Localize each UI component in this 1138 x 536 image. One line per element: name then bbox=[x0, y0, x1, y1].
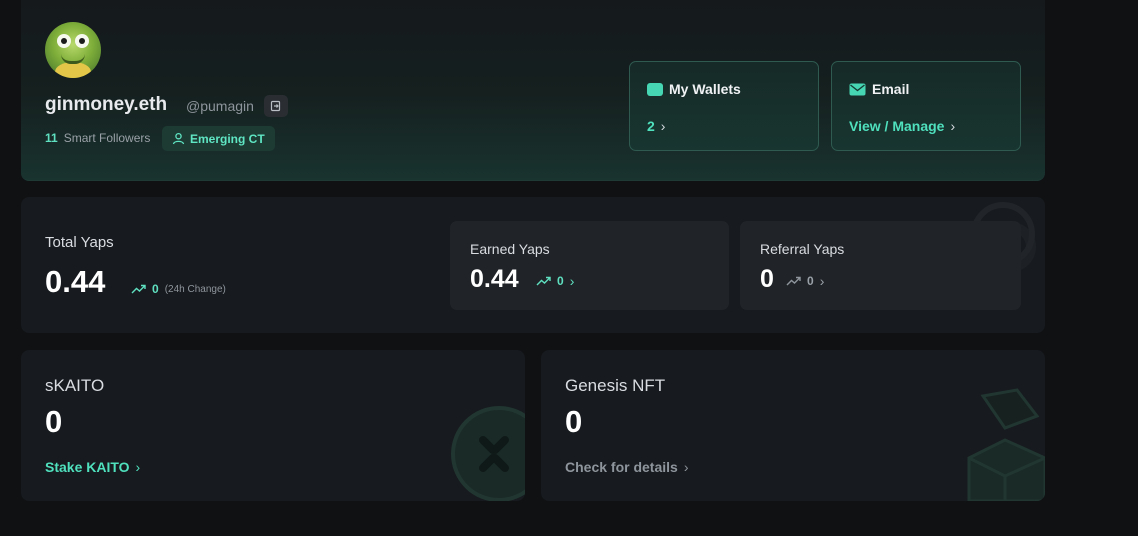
status-badge[interactable]: Emerging CT bbox=[162, 126, 275, 151]
total-yaps-change-value: 0 bbox=[152, 282, 159, 296]
chevron-right-icon: › bbox=[819, 273, 825, 289]
profile-card: ginmoney.eth @pumagin 11 Smart Followers … bbox=[21, 0, 1045, 181]
total-yaps-value: 0.44 bbox=[45, 264, 106, 299]
referral-yaps-value: 0 bbox=[760, 265, 774, 293]
check-details-link[interactable]: Check for details › bbox=[565, 459, 689, 475]
logout-button[interactable] bbox=[264, 95, 288, 117]
chevron-right-icon: › bbox=[950, 118, 956, 134]
earned-yaps-change[interactable]: 0 › bbox=[536, 273, 574, 289]
logout-icon bbox=[270, 100, 281, 112]
chevron-right-icon: › bbox=[660, 118, 666, 134]
referral-yaps-label: Referral Yaps bbox=[760, 241, 845, 257]
kaito-coin-icon bbox=[451, 406, 525, 501]
user-icon bbox=[172, 132, 185, 145]
genesis-nft-value: 0 bbox=[565, 404, 583, 439]
treasure-box-icon bbox=[967, 388, 1045, 501]
profile-handle: @pumagin bbox=[186, 98, 254, 114]
earned-yaps-value: 0.44 bbox=[470, 265, 519, 293]
chevron-right-icon: › bbox=[569, 273, 575, 289]
genesis-nft-card: Genesis NFT 0 Check for details › bbox=[541, 350, 1045, 501]
wallet-icon bbox=[647, 82, 663, 96]
stake-kaito-link[interactable]: Stake KAITO › bbox=[45, 459, 140, 475]
referral-yaps-change-value: 0 bbox=[807, 274, 814, 288]
check-details-label: Check for details bbox=[565, 459, 678, 475]
status-badge-label: Emerging CT bbox=[190, 131, 265, 146]
mail-icon bbox=[849, 83, 866, 95]
genesis-nft-label: Genesis NFT bbox=[565, 376, 666, 395]
stake-kaito-label: Stake KAITO bbox=[45, 459, 130, 475]
skaito-card: sKAITO 0 Stake KAITO › bbox=[21, 350, 525, 501]
profile-name: ginmoney.eth bbox=[45, 94, 168, 115]
my-wallets-title: My Wallets bbox=[669, 81, 741, 97]
wallets-count-link[interactable]: 2 › bbox=[647, 118, 665, 134]
smart-followers-label: Smart Followers bbox=[63, 131, 151, 145]
my-wallets-card[interactable]: My Wallets 2 › bbox=[629, 61, 819, 151]
earned-yaps-label: Earned Yaps bbox=[470, 241, 550, 257]
earned-yaps-change-value: 0 bbox=[557, 274, 564, 288]
yaps-card: Total Yaps 0.44 0 (24h Change) Earned Ya… bbox=[21, 197, 1045, 333]
chevron-right-icon: › bbox=[135, 459, 141, 475]
email-card[interactable]: Email View / Manage › bbox=[831, 61, 1021, 151]
referral-yaps-card[interactable]: Referral Yaps 0 0 › bbox=[740, 221, 1021, 310]
chevron-right-icon: › bbox=[683, 459, 689, 475]
total-yaps-label: Total Yaps bbox=[45, 234, 114, 251]
trending-up-icon bbox=[131, 284, 146, 294]
total-yaps-change: 0 (24h Change) bbox=[131, 282, 226, 296]
trending-up-icon bbox=[536, 276, 551, 286]
skaito-value: 0 bbox=[45, 404, 63, 439]
avatar[interactable] bbox=[45, 22, 101, 78]
earned-yaps-card[interactable]: Earned Yaps 0.44 0 › bbox=[450, 221, 729, 310]
wallets-count: 2 bbox=[647, 118, 655, 134]
trending-up-icon bbox=[786, 276, 801, 286]
email-title: Email bbox=[872, 81, 910, 97]
smart-followers: 11 Smart Followers bbox=[45, 131, 150, 145]
email-manage-link[interactable]: View / Manage › bbox=[849, 118, 955, 134]
skaito-label: sKAITO bbox=[45, 376, 105, 395]
total-yaps-change-note: (24h Change) bbox=[164, 283, 226, 295]
email-manage-label: View / Manage bbox=[849, 118, 945, 134]
smart-followers-count: 11 bbox=[45, 131, 58, 145]
referral-yaps-change[interactable]: 0 › bbox=[786, 273, 824, 289]
